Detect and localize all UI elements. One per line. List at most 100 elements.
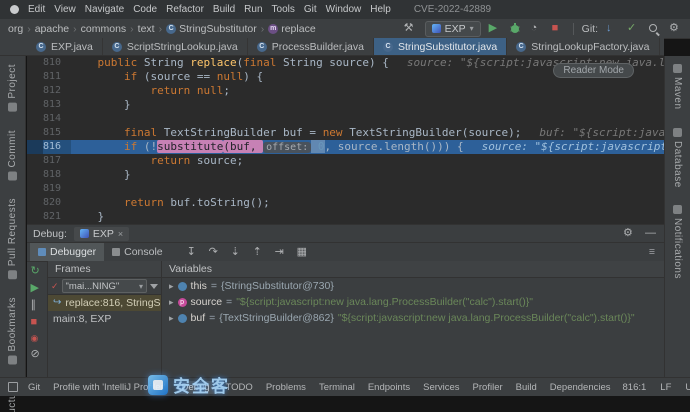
evaluate-expression-icon[interactable]: ▦: [297, 246, 310, 258]
breadcrumb-item[interactable]: apache: [35, 23, 69, 35]
settings-icon[interactable]: ⚙: [669, 23, 682, 34]
run-icon[interactable]: ▶: [489, 23, 502, 34]
menu-edit[interactable]: Edit: [28, 4, 45, 15]
profiler-icon[interactable]: ◔: [531, 23, 544, 34]
code-line[interactable]: 819: [27, 182, 664, 196]
code-line[interactable]: 818 }: [27, 168, 664, 182]
step-over-icon[interactable]: ↷: [209, 246, 222, 258]
expand-chevron-icon[interactable]: ▸: [169, 297, 174, 308]
menu-navigate[interactable]: Navigate: [85, 4, 124, 15]
hide-icon[interactable]: —: [645, 228, 658, 239]
gutter-line-number[interactable]: 817: [27, 154, 71, 168]
run-config-select[interactable]: EXP ▾: [424, 20, 481, 37]
menu-run[interactable]: Run: [244, 4, 262, 15]
variable-row[interactable]: ▸ buf = {TextStringBuilder@862} "${script…: [162, 310, 664, 326]
breadcrumb-item[interactable]: m replace: [268, 23, 316, 35]
code-line[interactable]: 821 }: [27, 210, 664, 224]
editor-tab[interactable]: C EXP.java: [27, 38, 103, 55]
statusbar-item-profiler[interactable]: Profiler: [471, 381, 505, 394]
breadcrumb-item[interactable]: text: [138, 23, 155, 35]
filter-funnel-icon[interactable]: [150, 283, 158, 289]
menu-git[interactable]: Git: [304, 4, 317, 15]
show-execution-point-icon[interactable]: ↧: [187, 246, 200, 258]
statusbar-item-build[interactable]: Build: [514, 381, 539, 394]
gutter-line-number[interactable]: 821: [27, 210, 71, 224]
code-editor[interactable]: 810 public String replace(final String s…: [27, 56, 664, 224]
code-line[interactable]: 817 return source;: [27, 154, 664, 168]
settings-icon[interactable]: ⚙: [623, 228, 636, 239]
reader-mode-button[interactable]: Reader Mode: [553, 63, 634, 78]
commit-check-icon[interactable]: ✓: [627, 23, 640, 34]
gutter-line-number[interactable]: 818: [27, 168, 71, 182]
debug-bug-icon[interactable]: [510, 23, 523, 34]
expand-chevron-icon[interactable]: ▸: [169, 313, 174, 324]
statusbar-item-problems[interactable]: Problems: [264, 381, 308, 394]
menu-window[interactable]: Window: [326, 4, 362, 15]
thread-selector[interactable]: "mai...NING" ▾: [61, 279, 147, 293]
code-line[interactable]: 814: [27, 112, 664, 126]
mute-breakpoints-icon[interactable]: ⊘: [31, 349, 44, 360]
apple-menu-icon[interactable]: [10, 5, 19, 14]
search-icon[interactable]: [648, 23, 661, 35]
resume-icon[interactable]: ▶: [31, 283, 44, 294]
editor-tab[interactable]: C StringSubstitutor.java: [373, 38, 508, 55]
step-into-icon[interactable]: ⇣: [231, 246, 244, 258]
stack-frame[interactable]: main:8, EXP: [48, 311, 161, 327]
tool-window-button-maven[interactable]: Maven: [672, 64, 683, 110]
breadcrumb-item[interactable]: C StringSubstitutor: [166, 23, 257, 35]
debug-session-tab[interactable]: EXP ×: [73, 226, 130, 241]
menu-refactor[interactable]: Refactor: [166, 4, 204, 15]
update-project-icon[interactable]: ↓: [606, 23, 619, 34]
statusbar-indicator[interactable]: LF: [658, 381, 673, 394]
view-breakpoints-icon[interactable]: ◉: [31, 334, 44, 343]
editor-tab[interactable]: C ScriptStringLookup.java: [103, 38, 248, 55]
menu-tools[interactable]: Tools: [272, 4, 295, 15]
tool-window-button-pull-requests[interactable]: Pull Requests: [7, 198, 18, 280]
gutter-line-number[interactable]: 819: [27, 182, 71, 196]
expand-chevron-icon[interactable]: ▸: [169, 281, 174, 292]
code-line[interactable]: 812 return null;: [27, 84, 664, 98]
rerun-icon[interactable]: ↻: [31, 266, 44, 277]
gutter-line-number[interactable]: 813: [27, 98, 71, 112]
gutter-line-number[interactable]: 815: [27, 126, 71, 140]
gutter-line-number[interactable]: 820: [27, 196, 71, 210]
variable-row[interactable]: ▸ p source = "${script:javascript:new java…: [162, 294, 664, 310]
tool-window-button-commit[interactable]: Commit: [7, 130, 18, 181]
statusbar-item-git[interactable]: Git: [26, 381, 42, 394]
statusbar-item-terminal[interactable]: Terminal: [317, 381, 357, 394]
statusbar-item-todo[interactable]: TODO: [224, 381, 255, 394]
pause-icon[interactable]: ∥: [31, 300, 44, 311]
statusbar-item-endpoints[interactable]: Endpoints: [366, 381, 412, 394]
close-icon[interactable]: ×: [118, 229, 123, 239]
statusbar-item-services[interactable]: Services: [421, 381, 461, 394]
tool-window-button-project[interactable]: Project: [7, 64, 18, 112]
stop-icon[interactable]: ■: [31, 317, 44, 328]
tool-window-button-notifications[interactable]: Notifications: [672, 205, 683, 279]
stack-frame[interactable]: ↪replace:816, StringSubstitutor: [48, 295, 161, 311]
menu-build[interactable]: Build: [213, 4, 235, 15]
code-line[interactable]: 816 if (!substitute(buf, offset: 0, sour…: [27, 140, 664, 154]
breadcrumb-item[interactable]: org: [8, 23, 23, 35]
step-out-icon[interactable]: ⇡: [253, 246, 266, 258]
debug-tab-debugger[interactable]: Debugger: [30, 243, 105, 261]
menu-help[interactable]: Help: [370, 4, 391, 15]
code-line[interactable]: 820 return buf.toString();: [27, 196, 664, 210]
menu-code[interactable]: Code: [133, 4, 157, 15]
statusbar-item-dependencies[interactable]: Dependencies: [548, 381, 613, 394]
statusbar-item-profile-with-intellij-profiler-[interactable]: Profile with 'IntelliJ Profiler': [51, 381, 167, 394]
statusbar-item-debug[interactable]: Debug: [176, 380, 215, 394]
tool-window-button-bookmarks[interactable]: Bookmarks: [7, 297, 18, 365]
tool-window-button-database[interactable]: Database: [672, 127, 683, 187]
gutter-line-number[interactable]: 811: [27, 70, 71, 84]
stop-icon[interactable]: ■: [552, 23, 565, 34]
breadcrumb-item[interactable]: commons: [81, 23, 127, 35]
statusbar-indicator[interactable]: UTF-8: [683, 381, 690, 394]
gutter-line-number[interactable]: 810: [27, 56, 71, 70]
layout-settings-icon[interactable]: ≡: [649, 246, 661, 258]
gutter-line-number[interactable]: 816: [27, 140, 71, 154]
tool-windows-toggle-icon[interactable]: [8, 382, 18, 392]
code-line[interactable]: 815 final TextStringBuilder buf = new Te…: [27, 126, 664, 140]
gutter-line-number[interactable]: 812: [27, 84, 71, 98]
editor-tab[interactable]: C ProcessBuilder.java: [248, 38, 374, 55]
variable-row[interactable]: ▸ this = {StringSubstitutor@730}: [162, 278, 664, 294]
